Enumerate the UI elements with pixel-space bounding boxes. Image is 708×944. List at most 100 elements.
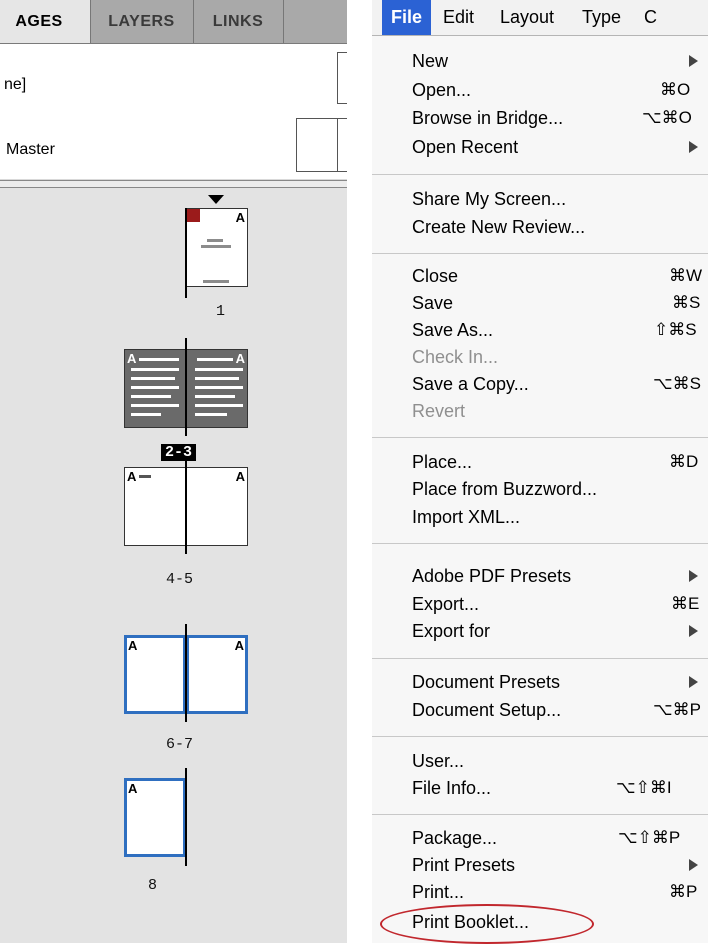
menu-file[interactable]: File — [382, 0, 432, 35]
tab-pages[interactable]: AGES — [0, 0, 91, 43]
menu-item-document-setup[interactable]: Document Setup... — [412, 698, 561, 722]
menu-item-place-from-buzzword[interactable]: Place from Buzzword... — [412, 477, 597, 501]
page-7-thumbnail[interactable]: A — [186, 635, 248, 714]
menu-item-create-new-review[interactable]: Create New Review... — [412, 215, 585, 239]
spine-line — [185, 208, 187, 298]
shortcut-export: ⌘E — [671, 594, 700, 613]
menu-item-close[interactable]: Close — [412, 264, 458, 288]
page-6-7-label: 6-7 — [166, 736, 194, 753]
submenu-arrow-icon — [689, 625, 698, 637]
page-content — [131, 386, 179, 389]
menu-separator — [372, 658, 708, 659]
shortcut-save-as: ⇧⌘S — [654, 320, 697, 339]
annotation-circle — [380, 904, 594, 944]
file-menu-dropdown: New Open... ⌘O Browse in Bridge... ⌥⌘O O… — [372, 36, 708, 943]
page-3-thumbnail[interactable]: A — [186, 349, 248, 428]
menu-item-save-as[interactable]: Save As... — [412, 318, 493, 342]
page-content — [131, 413, 161, 416]
menu-item-revert: Revert — [412, 401, 466, 421]
menu-item-adobe-pdf-presets[interactable]: Adobe PDF Presets — [412, 564, 571, 588]
menu-separator — [372, 814, 708, 815]
master-a-left-thumbnail[interactable] — [296, 118, 338, 172]
menu-item-file-info[interactable]: File Info... — [412, 776, 491, 800]
menu-separator — [372, 543, 708, 544]
page-4-thumbnail[interactable]: A — [124, 467, 186, 546]
page-4-master-letter: A — [127, 469, 137, 484]
page-content — [195, 386, 243, 389]
page-8-thumbnail[interactable]: A — [124, 778, 186, 857]
menu-item-document-presets[interactable]: Document Presets — [412, 670, 560, 694]
menu-item-print-presets[interactable]: Print Presets — [412, 853, 515, 877]
menu-item-save-a-copy[interactable]: Save a Copy... — [412, 372, 529, 396]
submenu-arrow-icon — [689, 859, 698, 871]
menu-item-save[interactable]: Save — [412, 291, 453, 315]
page-8-master-letter: A — [128, 781, 138, 796]
menu-item-share-my-screen[interactable]: Share My Screen... — [412, 187, 566, 211]
page-content — [139, 475, 151, 478]
page-6-master-letter: A — [128, 638, 138, 653]
page-content — [197, 358, 233, 361]
shortcut-print: ⌘P — [669, 882, 698, 901]
page-content — [131, 368, 179, 371]
submenu-arrow-icon — [689, 570, 698, 582]
menu-layout[interactable]: Layout — [491, 0, 563, 35]
page-content — [207, 239, 223, 242]
pages-list: A 1 A A 2-3 A A 4-5 A A 6-7 A 8 — [0, 188, 347, 943]
menu-item-package[interactable]: Package... — [412, 826, 497, 850]
page-content — [201, 245, 231, 248]
spine-line — [185, 456, 187, 554]
tab-links[interactable]: LINKS — [193, 0, 284, 43]
page-content — [195, 395, 235, 398]
menu-separator — [372, 437, 708, 438]
page-color-label — [187, 209, 200, 222]
menu-item-print[interactable]: Print... — [412, 880, 464, 904]
menubar: File Edit Layout Type C — [372, 0, 708, 36]
master-none-thumbnail[interactable] — [337, 52, 347, 104]
submenu-arrow-icon — [689, 676, 698, 688]
menu-separator — [372, 736, 708, 737]
menu-item-open[interactable]: Open... — [412, 78, 471, 102]
file-menu-area: File Edit Layout Type C New Open... ⌘O B… — [372, 0, 708, 944]
shortcut-browse-in-bridge: ⌥⌘O — [642, 108, 692, 127]
page-5-thumbnail[interactable]: A — [186, 467, 248, 546]
shortcut-close: ⌘W — [669, 266, 703, 285]
master-a-label[interactable]: Master — [6, 141, 55, 159]
menu-edit[interactable]: Edit — [434, 0, 483, 35]
shortcut-file-info: ⌥⇧⌘I — [616, 778, 672, 797]
page-content — [203, 280, 229, 283]
shortcut-open: ⌘O — [660, 80, 691, 99]
shortcut-save-a-copy: ⌥⌘S — [653, 374, 701, 393]
page-2-master-letter: A — [127, 351, 137, 366]
page-2-thumbnail[interactable]: A — [124, 349, 186, 428]
page-6-thumbnail[interactable]: A — [124, 635, 186, 714]
menu-item-export[interactable]: Export... — [412, 592, 479, 616]
page-content — [195, 404, 243, 407]
master-a-right-thumbnail[interactable] — [337, 118, 347, 172]
tab-overflow[interactable] — [283, 0, 347, 43]
menu-item-open-recent[interactable]: Open Recent — [412, 135, 518, 159]
panel-divider[interactable] — [0, 180, 347, 188]
menu-item-browse-in-bridge[interactable]: Browse in Bridge... — [412, 106, 563, 130]
submenu-arrow-icon — [689, 55, 698, 67]
spine-line — [185, 768, 187, 866]
menu-item-import-xml[interactable]: Import XML... — [412, 505, 520, 529]
menu-type[interactable]: Type — [573, 0, 630, 35]
menu-item-user[interactable]: User... — [412, 749, 464, 773]
page-4-5-label: 4-5 — [166, 571, 194, 588]
menu-item-export-for[interactable]: Export for — [412, 619, 490, 643]
page-8-label: 8 — [148, 877, 158, 894]
menu-separator — [372, 253, 708, 254]
tab-layers[interactable]: LAYERS — [90, 0, 194, 43]
shortcut-document-setup: ⌥⌘P — [653, 700, 701, 719]
page-content — [131, 377, 175, 380]
menu-item-place[interactable]: Place... — [412, 450, 472, 474]
page-1-thumbnail[interactable]: A — [186, 208, 248, 287]
shortcut-save: ⌘S — [672, 293, 701, 312]
master-none-label[interactable]: ne] — [4, 76, 26, 94]
panel-tab-bar: AGES LAYERS LINKS — [0, 0, 347, 44]
page-content — [195, 377, 239, 380]
page-7-master-letter: A — [234, 638, 244, 653]
menu-more[interactable]: C — [635, 0, 666, 35]
page-content — [131, 404, 179, 407]
menu-item-new[interactable]: New — [412, 49, 448, 73]
